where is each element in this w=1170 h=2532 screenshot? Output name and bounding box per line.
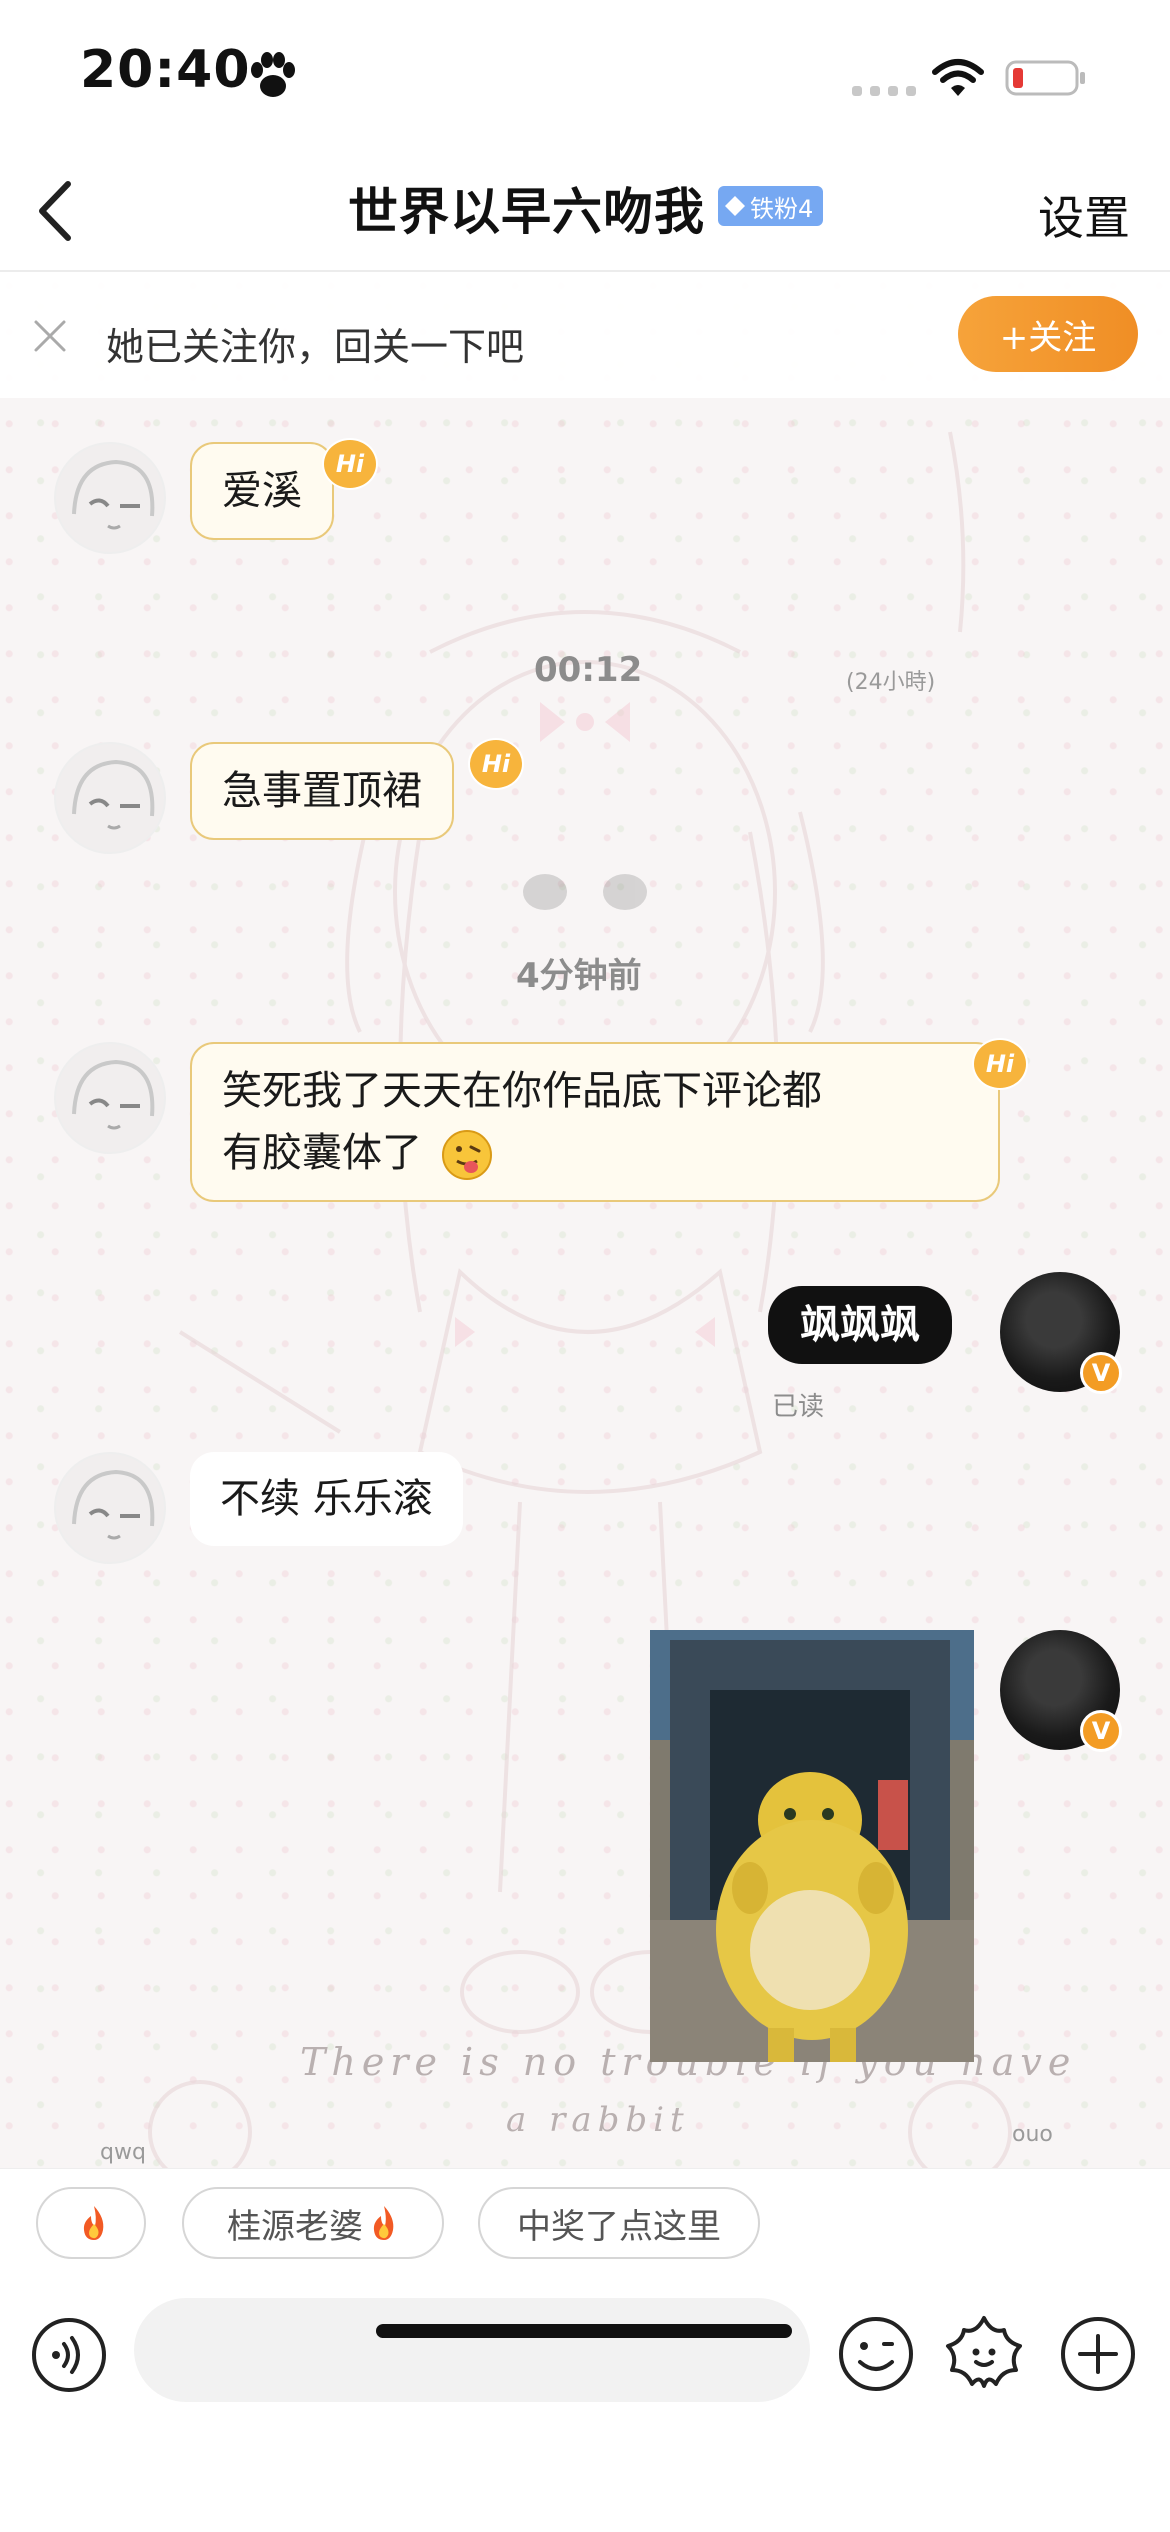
avatar-illustration [72,1469,155,1540]
message-text-line-2: 有胶囊体了 [222,1122,968,1184]
message-text: 爱溪 [222,468,302,514]
message-text: 急事置顶裙 [222,768,422,814]
message-text-line-2-text: 有胶囊体了 [222,1130,422,1176]
diamond-icon [725,196,745,216]
chat-area[interactable]: There is no trouble if you have a rabbit… [0,272,1170,2168]
close-icon[interactable] [32,318,68,354]
plus-icon[interactable] [1058,2314,1138,2394]
voice-icon[interactable] [30,2316,108,2394]
duck-sticker-image [650,1630,974,2062]
read-receipt: 已读 [772,1392,825,1422]
fan-level-badge: 铁粉4 [718,186,824,226]
message-text: 不续 乐乐滚 [220,1476,433,1522]
message-text-line-1: 笑死我了天天在你作品底下评论都 [222,1068,822,1114]
message-bubble-incoming[interactable]: 爱溪 [190,442,334,540]
fire-icon [83,2206,104,2240]
background-caption-2: a rabbit [506,2100,690,2140]
avatar-illustration [72,759,155,830]
input-bar [0,2278,1170,2532]
avatar-illustration [72,459,155,530]
back-icon[interactable] [28,176,84,246]
background-tag-right: ouo [1012,2122,1053,2147]
my-avatar[interactable]: V [1000,1630,1122,1752]
quick-reply-fire[interactable] [36,2187,146,2259]
quick-reply-chip[interactable]: 中奖了点这里 [478,2187,760,2259]
verified-v-badge: V [1080,1352,1122,1394]
emoji-icon[interactable] [836,2314,916,2394]
paw-icon [251,52,295,97]
fire-icon [373,2206,394,2240]
hi-badge: Hi [468,738,524,790]
message-bubble-incoming[interactable]: 不续 乐乐滚 [190,1452,463,1546]
contact-avatar[interactable] [54,1042,166,1154]
hi-badge: Hi [972,1038,1028,1090]
message-text: 飒飒飒 [800,1302,920,1348]
follow-button[interactable]: +关注 [958,296,1138,372]
message-bubble-incoming[interactable]: 急事置顶裙 [190,742,454,840]
status-bar: 20:40 [0,0,1170,150]
signal-icon [852,86,916,96]
message-input[interactable] [134,2298,810,2402]
hi-badge: Hi [322,438,378,490]
background-tag-left: qwq [100,2140,146,2165]
fan-level-label: 铁粉4 [750,194,814,223]
tongue-out-emoji-icon [441,1130,492,1180]
quick-reply-chip[interactable]: 桂源老婆 [182,2187,444,2259]
conversation-title: 世界以早六吻我 [348,183,705,241]
sticker-icon[interactable] [942,2312,1026,2396]
message-bubble-incoming[interactable]: 笑死我了天天在你作品底下评论都 有胶囊体了 [190,1042,1000,1202]
verified-v-badge: V [1080,1710,1122,1752]
contact-avatar[interactable] [54,742,166,854]
message-bubble-outgoing[interactable]: 飒飒飒 [768,1286,952,1364]
contact-avatar[interactable] [54,442,166,554]
quick-reply-label: 桂源老婆 [227,2206,363,2247]
timestamp: 00:12 [534,650,643,690]
nav-bar: 世界以早六吻我 铁粉4 设置 [0,150,1170,272]
timestamp: 4分钟前 [516,956,642,996]
quick-reply-label: 中奖了点这里 [517,2206,721,2247]
follow-back-prompt: 她已关注你，回关一下吧 [106,325,525,369]
battery-icon [1005,60,1085,96]
wifi-icon [932,59,984,96]
home-indicator [376,2324,792,2338]
contact-avatar[interactable] [54,1452,166,1564]
settings-button[interactable]: 设置 [1038,182,1130,248]
follow-back-banner: 她已关注你，回关一下吧 +关注 [0,272,1170,398]
avatar-illustration [72,1059,155,1130]
background-illustration [148,431,1012,2168]
my-avatar[interactable]: V [1000,1272,1122,1394]
sent-image[interactable] [650,1630,974,2062]
status-time: 20:40 [80,40,251,100]
timestamp-note: (24小時) [846,670,936,695]
quick-reply-bar: 桂源老婆 中奖了点这里 [0,2168,1170,2278]
